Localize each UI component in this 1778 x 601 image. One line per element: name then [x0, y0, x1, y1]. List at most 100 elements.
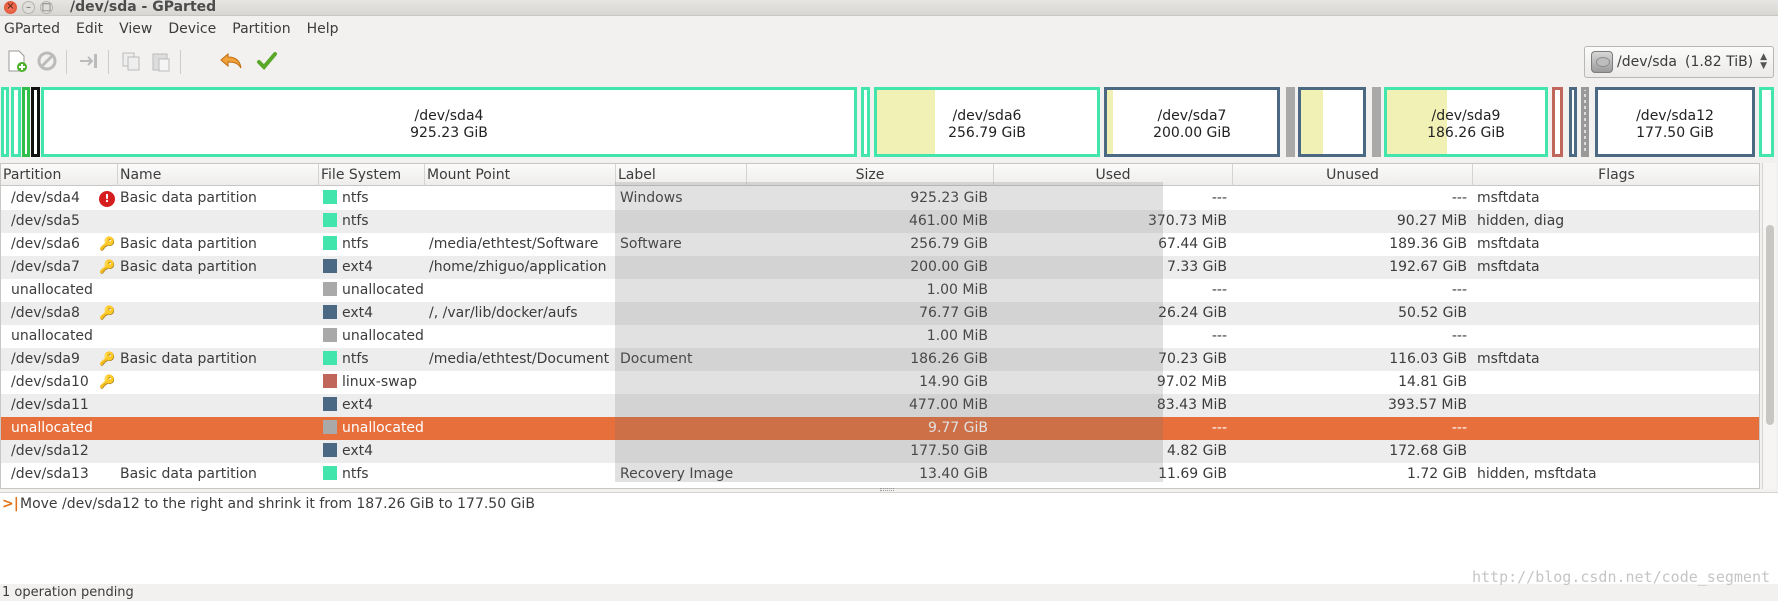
apply-checkmark-icon	[257, 52, 277, 70]
map-segment-sda3[interactable]	[22, 87, 30, 157]
menu-edit[interactable]: Edit	[72, 17, 109, 41]
table-row[interactable]: /dev/sda8 ext4/, /var/lib/docker/aufs 76.7…	[1, 302, 1759, 325]
table-row[interactable]: unallocated unallocated 1.00 MiB --- ---	[1, 325, 1759, 348]
cell-fs-text: linux-swap	[342, 374, 418, 390]
map-sda6-size: 256.79 GiB	[948, 125, 1026, 141]
table-row[interactable]: unallocated unallocated 9.77 GiB --- ---	[1, 417, 1759, 440]
minimize-window-button[interactable]: –	[22, 1, 35, 14]
cell-label	[620, 279, 748, 302]
paste-button[interactable]	[148, 48, 174, 74]
map-segment-sda12[interactable]: /dev/sda12 177.50 GiB	[1595, 87, 1755, 157]
table-row[interactable]: unallocated unallocated 1.00 MiB --- ---	[1, 279, 1759, 302]
cell-mount	[429, 394, 617, 417]
delete-partition-button[interactable]	[34, 48, 60, 74]
column-header-file-system[interactable]: File System	[319, 164, 425, 186]
cell-unused: ---	[1451, 282, 1467, 298]
scrollbar-thumb[interactable]	[1766, 225, 1774, 425]
map-segment-sda6[interactable]: /dev/sda6 256.79 GiB	[874, 87, 1100, 157]
cell-fs: ext4	[323, 394, 427, 417]
menu-partition[interactable]: Partition	[228, 17, 296, 41]
table-row[interactable]: /dev/sda4 Basic data partition ntfs Windows…	[1, 187, 1759, 210]
map-sda4-size: 925.23 GiB	[410, 125, 488, 141]
map-segment-sda4[interactable]: /dev/sda4 925.23 GiB	[41, 87, 857, 157]
column-header-label[interactable]: Label	[616, 164, 747, 186]
menu-device[interactable]: Device	[164, 17, 222, 41]
cell-flags: hidden, msftdata	[1477, 466, 1597, 482]
table-row[interactable]: /dev/sda9 Basic data partition ntfs/media/…	[1, 348, 1759, 371]
file-system-color-icon	[323, 305, 337, 319]
table-vertical-scrollbar[interactable]	[1762, 163, 1776, 489]
file-system-color-icon	[323, 374, 337, 388]
cell-unused: 189.36 GiB	[1389, 236, 1467, 252]
file-system-color-icon	[323, 397, 337, 411]
map-segment-sda11[interactable]	[1569, 87, 1577, 157]
minimize-icon: –	[26, 2, 31, 13]
column-header-unused[interactable]: Unused	[1233, 164, 1473, 186]
table-row[interactable]: /dev/sda13 Basic data partition ntfs Recove…	[1, 463, 1759, 486]
cell-fs-text: ntfs	[342, 466, 369, 482]
map-sda12-size: 177.50 GiB	[1636, 125, 1714, 141]
cell-flags	[1477, 279, 1759, 302]
map-segment-sda13[interactable]	[1759, 87, 1774, 157]
copy-button[interactable]	[118, 48, 144, 74]
table-row[interactable]: /dev/sda12 ext4 177.50 GiB 4.82 GiB 172.68 G…	[1, 440, 1759, 463]
map-segment-unallocated[interactable]	[1286, 87, 1295, 157]
hard-disk-icon	[1591, 51, 1613, 73]
undo-icon	[220, 52, 242, 69]
column-header-size[interactable]: Size	[747, 164, 994, 186]
map-segment-sda10[interactable]	[1552, 87, 1563, 157]
column-header-partition[interactable]: Partition	[1, 164, 118, 186]
map-segment-unallocated-moved[interactable]	[1581, 87, 1589, 157]
cell-unused: ---	[1451, 420, 1467, 436]
file-system-color-icon	[323, 420, 337, 434]
device-selector[interactable]: /dev/sda (1.82 TiB) ▲ ▼	[1584, 46, 1774, 78]
menu-help[interactable]: Help	[303, 17, 345, 41]
resize-move-icon	[80, 54, 97, 68]
mounted-key-icon: 🔑	[99, 260, 116, 275]
apply-button[interactable]	[254, 48, 280, 74]
menu-view[interactable]: View	[115, 17, 158, 41]
cell-mount: /home/zhiguo/application	[429, 259, 607, 275]
map-sda6-name: /dev/sda6	[952, 108, 1022, 124]
new-partition-button[interactable]	[4, 48, 30, 74]
cell-mount	[429, 440, 617, 463]
device-selector-size: (1.82 TiB)	[1684, 54, 1754, 70]
table-row[interactable]: /dev/sda7 Basic data partition ext4/home/z…	[1, 256, 1759, 279]
warning-icon[interactable]: !	[99, 191, 115, 207]
file-system-color-icon	[323, 213, 337, 227]
column-header-used[interactable]: Used	[994, 164, 1233, 186]
cell-unused: 50.52 GiB	[1398, 305, 1467, 321]
cell-fs: ntfs	[323, 463, 427, 486]
menu-gparted[interactable]: GParted	[0, 17, 66, 41]
map-segment-sda7[interactable]: /dev/sda7 200.00 GiB	[1104, 87, 1280, 157]
map-segment-sda3b[interactable]	[31, 87, 40, 157]
cell-fs: ntfs	[323, 210, 427, 233]
map-segment-unallocated[interactable]	[1372, 87, 1381, 157]
map-segment-sda2[interactable]	[11, 87, 21, 157]
resize-move-button[interactable]	[76, 48, 102, 74]
maximize-window-button[interactable]: □	[40, 1, 53, 14]
cell-fs-text: unallocated	[342, 282, 424, 298]
map-segment-sda1[interactable]	[1, 87, 9, 157]
column-header-flags[interactable]: Flags	[1473, 164, 1759, 186]
pane-resize-grip[interactable]	[880, 488, 894, 491]
column-header-name[interactable]: Name	[118, 164, 319, 186]
cell-name: Basic data partition	[120, 259, 257, 275]
table-row[interactable]: /dev/sda11 ext4 477.00 MiB 83.43 MiB 393.57 …	[1, 394, 1759, 417]
cell-mount	[429, 325, 617, 348]
table-row[interactable]: /dev/sda5 ntfs 461.00 MiB 370.73 MiB 90.27 M…	[1, 210, 1759, 233]
table-row[interactable]: /dev/sda6 Basic data partition ntfs/media/…	[1, 233, 1759, 256]
close-window-button[interactable]: ×	[4, 1, 17, 14]
undo-button[interactable]	[218, 48, 244, 74]
cell-name	[120, 440, 319, 463]
map-segment-sda5[interactable]	[861, 87, 870, 157]
map-segment-sda8[interactable]	[1298, 87, 1366, 157]
table-row[interactable]: /dev/sda10 linux-swap 14.90 GiB 97.02 MiB 14…	[1, 371, 1759, 394]
cell-size: 925.23 GiB	[910, 190, 988, 206]
cell-flags	[1477, 325, 1759, 348]
column-header-mount-point[interactable]: Mount Point	[425, 164, 616, 186]
cell-name	[120, 371, 319, 394]
map-segment-sda9[interactable]: /dev/sda9 186.26 GiB	[1384, 87, 1548, 157]
toolbar-separator	[180, 50, 181, 74]
pending-operation-item[interactable]: Move /dev/sda12 to the right and shrink …	[20, 496, 535, 512]
